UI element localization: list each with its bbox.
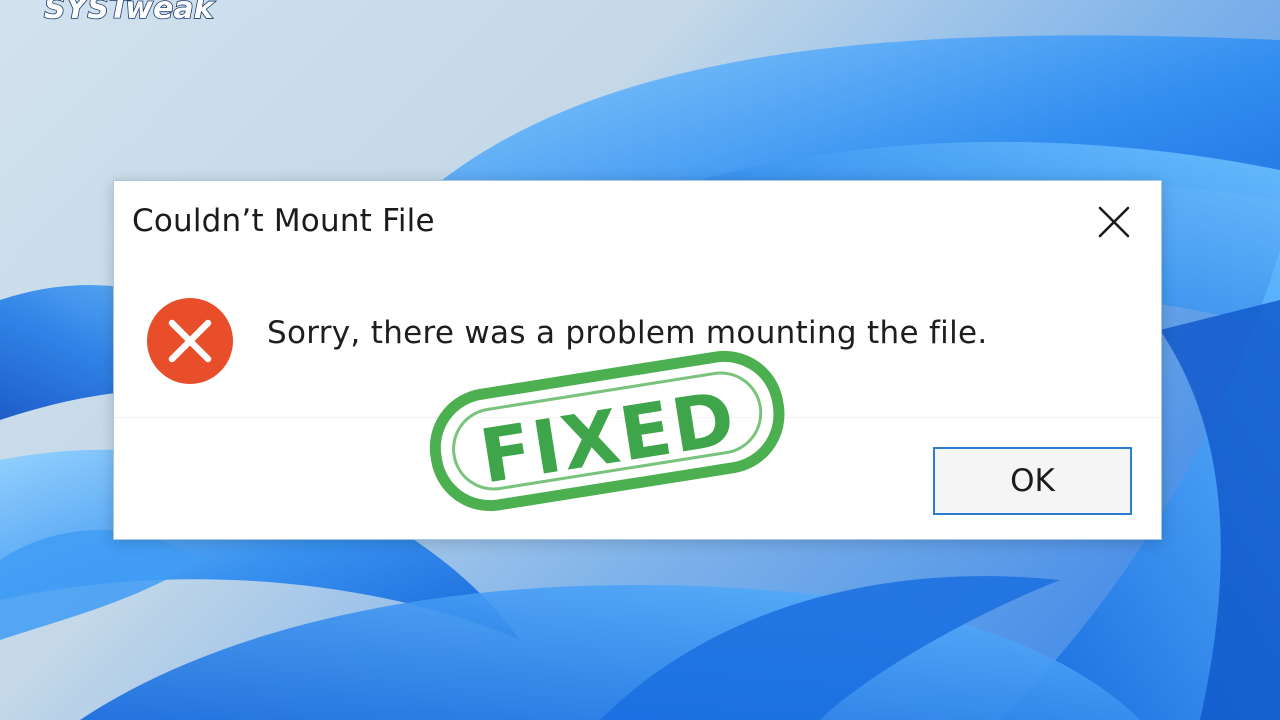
close-button[interactable] (1081, 195, 1147, 249)
close-icon (1098, 206, 1130, 238)
svg-text:SYSTweak: SYSTweak (44, 0, 216, 26)
dialog-title: Couldn’t Mount File (132, 203, 435, 239)
desktop: SYSTweak Couldn’t Mount File Sorry, ther… (0, 0, 1280, 720)
error-icon (147, 298, 233, 384)
fixed-stamp: FIXED (429, 350, 785, 512)
systweak-logo: SYSTweak (43, 0, 216, 27)
ok-button[interactable]: OK (933, 447, 1132, 515)
